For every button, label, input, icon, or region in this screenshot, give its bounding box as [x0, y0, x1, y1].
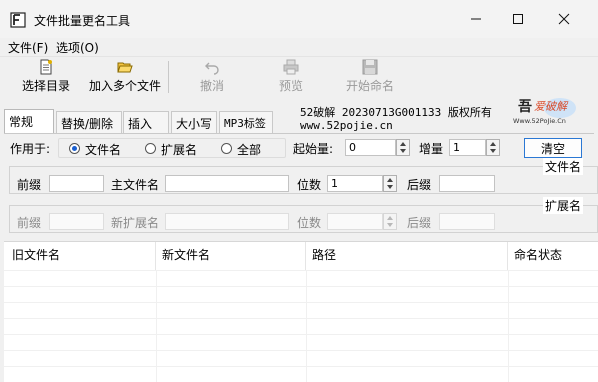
- filename-prefix-input[interactable]: [49, 175, 104, 192]
- brand-logo: 吾 爱破解 Www.52PoJie.Cn: [513, 98, 576, 125]
- apply-to-label: 作用于:: [10, 142, 51, 156]
- step-value-label: 增量: [419, 142, 444, 156]
- extension-prefix-label: 前缀: [17, 216, 42, 230]
- extension-suffix-input[interactable]: [439, 213, 495, 230]
- radio-all-label[interactable]: 全部: [237, 141, 261, 158]
- extension-digits-stepper[interactable]: [383, 213, 397, 230]
- document-icon: [40, 59, 52, 75]
- version-info: 52破解 20230713G001133 版权所有: [300, 106, 492, 119]
- radio-extension[interactable]: [145, 143, 156, 154]
- step-value-input[interactable]: 1: [449, 139, 486, 156]
- filename-digits-label: 位数: [297, 178, 322, 192]
- svg-text:Www.52PoJie.Cn: Www.52PoJie.Cn: [513, 117, 566, 125]
- minimize-icon[interactable]: [454, 6, 498, 32]
- website-info: www.52pojie.cn: [300, 119, 393, 132]
- start-rename-label: 开始命名: [346, 79, 395, 93]
- app-icon: [10, 12, 26, 28]
- step-value-stepper[interactable]: [486, 139, 500, 156]
- clear-button[interactable]: 清空: [524, 138, 582, 158]
- grid-line: [306, 270, 307, 382]
- tab-insert[interactable]: 插入: [123, 111, 169, 133]
- start-value-stepper[interactable]: [396, 139, 410, 156]
- new-extension-input[interactable]: [165, 213, 289, 230]
- tab-replace-delete[interactable]: 替换/删除: [56, 111, 122, 133]
- window-title: 文件批量更名工具: [34, 14, 131, 28]
- radio-filename-label[interactable]: 文件名: [85, 141, 121, 158]
- start-rename-button[interactable]: 开始命名: [346, 59, 394, 99]
- close-icon[interactable]: [542, 6, 586, 32]
- start-value-input[interactable]: 0: [345, 139, 396, 156]
- undo-icon: [205, 62, 219, 75]
- toolbar-separator: [168, 61, 169, 93]
- add-files-label: 加入多个文件: [89, 79, 162, 93]
- menu-options[interactable]: 选项(O): [56, 39, 99, 56]
- tab-mp3-tag[interactable]: MP3标签: [219, 111, 273, 133]
- select-directory-label: 选择目录: [22, 79, 71, 93]
- undo-button[interactable]: 撤消: [200, 59, 224, 99]
- filename-group-caption: 文件名: [543, 158, 584, 175]
- printer-icon: [283, 59, 299, 75]
- extension-suffix-label: 后缀: [407, 216, 432, 230]
- main-filename-label: 主文件名: [111, 178, 160, 192]
- menu-bar: 文件(F) 选项(O): [0, 38, 598, 56]
- filename-digits-stepper[interactable]: [383, 175, 397, 192]
- svg-text:吾: 吾: [518, 99, 532, 115]
- radio-filename[interactable]: [69, 143, 80, 154]
- file-list[interactable]: 旧文件名 新文件名 路径 命名状态: [4, 241, 598, 382]
- select-directory-button[interactable]: 选择目录: [22, 59, 70, 99]
- title-bar: 文件批量更名工具: [0, 0, 598, 38]
- radio-all[interactable]: [221, 143, 232, 154]
- start-value-label: 起始量:: [293, 142, 334, 156]
- extension-prefix-input[interactable]: [49, 213, 104, 230]
- undo-label: 撤消: [200, 79, 225, 93]
- toolbar: 选择目录 加入多个文件 撤消 预览 开始命名: [0, 56, 598, 100]
- column-old-filename[interactable]: 旧文件名: [8, 242, 156, 270]
- column-path[interactable]: 路径: [308, 242, 508, 270]
- filename-suffix-label: 后缀: [407, 178, 432, 192]
- folder-open-icon: [117, 62, 133, 73]
- grid-line: [156, 270, 157, 382]
- filename-prefix-label: 前缀: [17, 178, 42, 192]
- tab-general[interactable]: 常规: [4, 109, 54, 133]
- main-filename-input[interactable]: [165, 175, 289, 192]
- preview-button[interactable]: 预览: [279, 59, 303, 99]
- radio-extension-label[interactable]: 扩展名: [161, 141, 197, 158]
- maximize-icon[interactable]: [496, 6, 540, 32]
- extension-digits-input[interactable]: [327, 213, 383, 230]
- extension-group-caption: 扩展名: [543, 197, 584, 214]
- grid-line: [508, 270, 509, 382]
- filename-digits-input[interactable]: 1: [327, 175, 383, 192]
- save-icon: [362, 59, 378, 75]
- extension-digits-label: 位数: [297, 216, 322, 230]
- menu-file[interactable]: 文件(F): [8, 39, 48, 56]
- add-files-button[interactable]: 加入多个文件: [89, 59, 161, 99]
- column-new-filename[interactable]: 新文件名: [158, 242, 306, 270]
- svg-text:爱破解: 爱破解: [534, 100, 569, 113]
- preview-label: 预览: [279, 79, 304, 93]
- tab-case[interactable]: 大小写: [171, 111, 217, 133]
- filename-suffix-input[interactable]: [439, 175, 495, 192]
- column-status[interactable]: 命名状态: [510, 242, 598, 270]
- new-extension-label: 新扩展名: [111, 216, 160, 230]
